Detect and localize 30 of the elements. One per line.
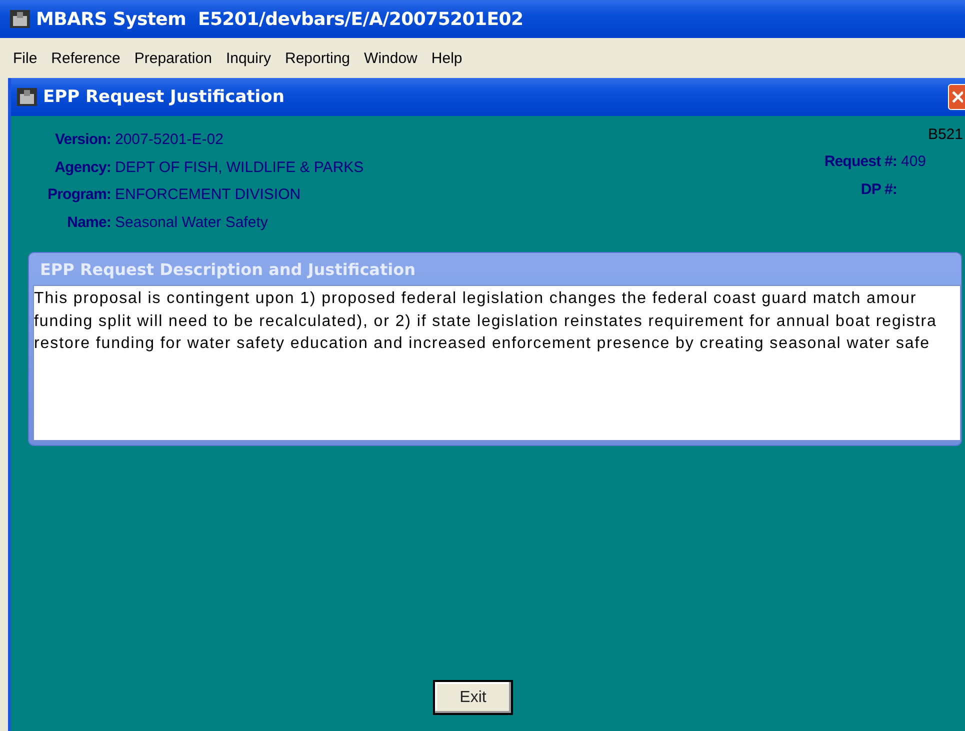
- menu-item[interactable]: Reference: [44, 48, 128, 68]
- form-code: B521: [928, 126, 963, 145]
- text-line: funding split will need to be recalculated), or 2) if state legislation reinstates requirement for annual boat registra: [34, 312, 938, 332]
- field-label: Version:: [54, 131, 111, 148]
- close-button[interactable]: [948, 84, 965, 110]
- field-label: Name:: [66, 214, 111, 231]
- text-line: restore funding for water safety education and increased enforcement presence by creating seasonal water safe: [34, 334, 932, 354]
- field-value: DEPT OF FISH, WILDLIFE & PARKS: [115, 158, 364, 176]
- field-label: Program:: [46, 186, 111, 204]
- menu-item[interactable]: File: [6, 48, 44, 68]
- field-label: DP #:: [860, 180, 897, 198]
- panel-title: EPP Request Description and Justification: [39, 258, 416, 280]
- menu-item[interactable]: Inquiry: [218, 48, 278, 68]
- text-line: This proposal is contingent upon 1) proposed federal legislation changes the federal coast guard match amour: [34, 289, 918, 309]
- menu-item[interactable]: Reporting: [278, 48, 358, 68]
- field-label: Request #:: [823, 153, 897, 170]
- field-value: ENFORCEMENT DIVISION: [115, 186, 301, 204]
- field-value: Seasonal Water Safety: [115, 214, 268, 231]
- app-icon: [17, 88, 37, 106]
- menu-item[interactable]: Preparation: [127, 48, 219, 68]
- field-value: 2007-5201-E-02: [115, 131, 224, 148]
- exit-button[interactable]: Exit: [433, 680, 513, 715]
- text-area[interactable]: [33, 285, 961, 441]
- menu-item[interactable]: Window: [357, 48, 424, 68]
- field-label: Agency:: [54, 158, 111, 176]
- field-value: 409: [901, 153, 928, 170]
- app-icon: [10, 10, 30, 28]
- child-window-title: EPP Request Justification: [43, 87, 284, 107]
- menu-item[interactable]: Help: [424, 48, 470, 68]
- window-title: MBARS System E5201/devbars/E/A/20075201E02: [36, 8, 524, 30]
